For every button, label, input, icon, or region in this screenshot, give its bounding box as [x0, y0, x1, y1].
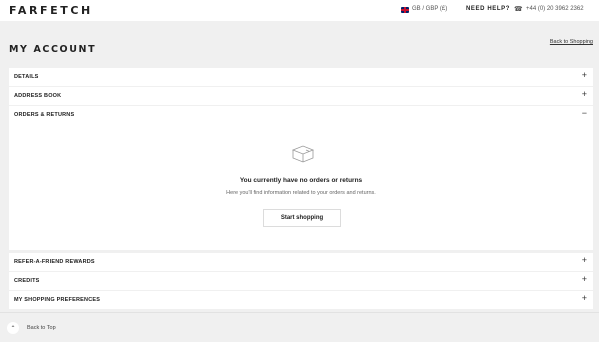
back-to-top-link[interactable]: Back to Top	[27, 325, 56, 331]
accordion-label: MY SHOPPING PREFERENCES	[14, 297, 101, 303]
accordion-label: ORDERS & RETURNS	[14, 112, 75, 118]
plus-icon[interactable]: +	[582, 256, 587, 265]
phone-number[interactable]: +44 (0) 20 3962 2362	[526, 6, 584, 12]
accordion-details[interactable]: DETAILS +	[9, 68, 593, 86]
plus-icon[interactable]: +	[582, 71, 587, 80]
need-help-link[interactable]: NEED HELP?	[466, 6, 510, 12]
accordion-label: CREDITS	[14, 278, 40, 284]
accordion-orders-returns[interactable]: ORDERS & RETURNS −	[9, 106, 593, 124]
empty-state-title: You currently have no orders or returns	[239, 177, 363, 184]
orders-returns-panel: You currently have no orders or returns …	[9, 124, 593, 250]
region-currency-selector[interactable]: GB / GBP (£)	[412, 6, 447, 12]
accordion-label: DETAILS	[14, 74, 39, 80]
plus-icon[interactable]: +	[582, 90, 587, 99]
phone-icon: ☎	[514, 6, 523, 13]
uk-flag-icon[interactable]	[401, 7, 409, 13]
accordion-credits[interactable]: CREDITS +	[9, 272, 593, 290]
plus-icon[interactable]: +	[582, 275, 587, 284]
empty-state-subtitle: Here you'll find information related to …	[226, 190, 376, 196]
farfetch-logo[interactable]: FARFETCH	[9, 4, 93, 17]
start-shopping-button[interactable]: Start shopping	[263, 209, 341, 227]
accordion-label: REFER-A-FRIEND REWARDS	[14, 259, 95, 265]
accordion-address-book[interactable]: ADDRESS BOOK +	[9, 87, 593, 105]
top-bar: FARFETCH GB / GBP (£) NEED HELP? ☎ +44 (…	[0, 0, 599, 21]
empty-box-icon	[291, 145, 315, 163]
page-title: MY ACCOUNT	[9, 44, 97, 55]
back-to-shopping-link[interactable]: Back to Shopping	[550, 39, 593, 45]
accordion-label: ADDRESS BOOK	[14, 93, 62, 99]
footer-divider	[0, 312, 599, 313]
plus-icon[interactable]: +	[582, 294, 587, 303]
accordion-shopping-preferences[interactable]: MY SHOPPING PREFERENCES +	[9, 291, 593, 309]
accordion-refer-a-friend[interactable]: REFER-A-FRIEND REWARDS +	[9, 253, 593, 271]
chevron-up-icon[interactable]: ⌃	[7, 322, 19, 334]
minus-icon[interactable]: −	[582, 109, 587, 118]
